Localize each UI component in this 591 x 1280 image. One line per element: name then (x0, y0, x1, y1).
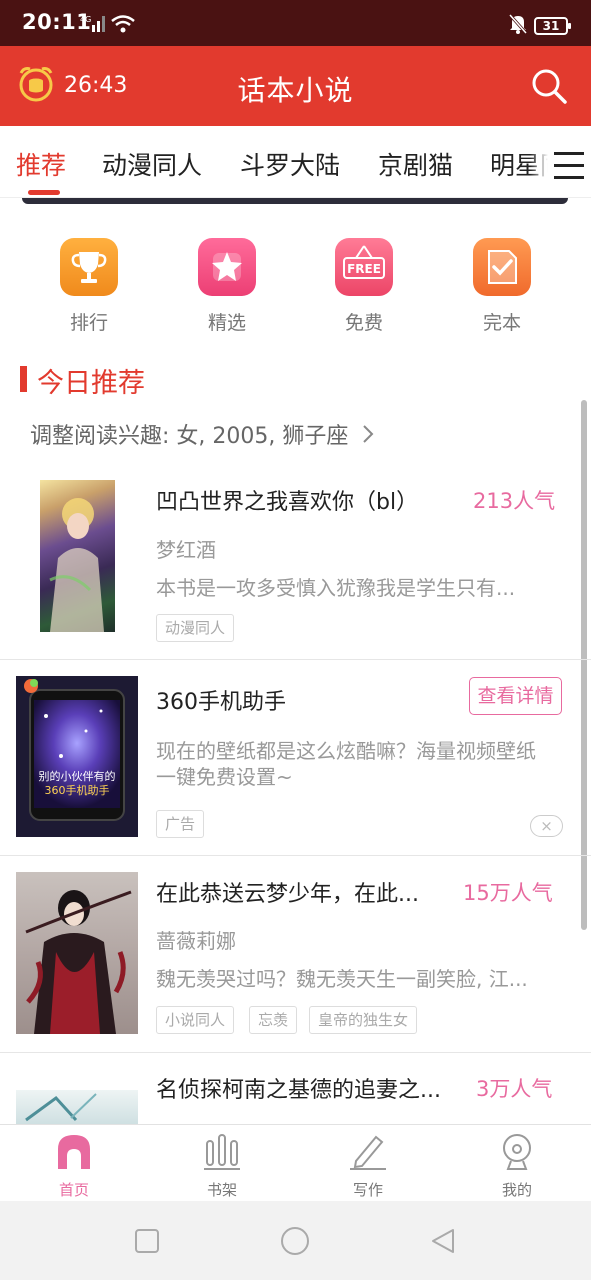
nav-label: 写作 (352, 1181, 383, 1199)
book-tag[interactable]: 忘羡 (249, 1006, 298, 1034)
nav-label: 我的 (501, 1181, 532, 1199)
app-title: 话本小说 (237, 74, 354, 107)
quick-link-completed[interactable]: 完本 (452, 238, 552, 335)
section-title: 今日推荐 (37, 368, 145, 399)
quick-link-free[interactable]: FREE 免费 (314, 238, 414, 335)
quick-link-ranking[interactable]: 排行 (39, 238, 139, 335)
book-title[interactable]: 凹凸世界之我喜欢你（bl） (156, 484, 418, 516)
ad-cover[interactable]: 别的小伙伴有的 360手机助手 (16, 676, 138, 837)
book-popularity: 213人气 (473, 489, 556, 513)
view-details-button[interactable]: 查看详情 (469, 677, 562, 715)
mute-bell-icon (508, 14, 528, 34)
tab-douluo[interactable]: 斗罗大陆 (240, 146, 340, 182)
nav-label: 书架 (206, 1181, 237, 1199)
nav-label: 首页 (58, 1181, 89, 1199)
book-description: 魏无羡哭过吗？魏无羡天生一副笑脸, 江... (156, 967, 528, 991)
book-author: 梦红酒 (156, 538, 216, 562)
home-button-icon[interactable] (280, 1226, 310, 1256)
profile-icon (503, 1134, 531, 1170)
tab-menu-icon[interactable] (548, 144, 591, 184)
trophy-icon (60, 238, 118, 296)
nav-home[interactable]: 首页 (24, 1131, 124, 1200)
active-tab-indicator (28, 190, 60, 195)
star-icon (198, 238, 256, 296)
quick-link-label: 免费 (344, 312, 383, 334)
recent-apps-icon[interactable] (134, 1228, 160, 1254)
bookshelf-icon (204, 1134, 240, 1170)
ad-title[interactable]: 360手机助手 (156, 684, 286, 716)
nav-write[interactable]: 写作 (318, 1131, 418, 1200)
scrollbar[interactable] (581, 400, 587, 930)
book-cover[interactable] (40, 480, 115, 632)
battery-indicator: 31 (534, 17, 571, 35)
app-header: 26:43 话本小说 (0, 46, 591, 126)
cellular-signal-icon: 4G (80, 15, 105, 32)
quick-link-label: 排行 (69, 312, 108, 334)
book-title[interactable]: 名侦探柯南之基德的追妻之... (156, 1072, 441, 1104)
book-tag[interactable]: 皇帝的独生女 (309, 1006, 418, 1034)
tab-anime-fanfic[interactable]: 动漫同人 (102, 146, 202, 182)
book-author: 蔷薇莉娜 (156, 929, 236, 953)
ad-label: 广告 (156, 810, 205, 838)
check-book-icon (473, 238, 531, 296)
back-icon[interactable] (429, 1227, 457, 1255)
system-navigation-bar (0, 1201, 591, 1280)
divider (0, 855, 591, 856)
ad-description-line2: 一键免费设置~ (156, 765, 293, 789)
book-tag[interactable]: 动漫同人 (156, 614, 235, 642)
home-icon (58, 1135, 90, 1169)
wifi-icon (111, 15, 135, 33)
reading-interest-text: 调整阅读兴趣: 女, 2005, 狮子座 (30, 424, 349, 449)
tab-opera-cat[interactable]: 京剧猫 (378, 146, 453, 182)
book-tag[interactable]: 小说同人 (156, 1006, 235, 1034)
book-cover[interactable] (16, 1090, 138, 1124)
ad-close-button[interactable]: × (530, 815, 563, 837)
reading-interest-link[interactable]: 调整阅读兴趣: 女, 2005, 狮子座 (30, 418, 375, 450)
category-tabs: 推荐 动漫同人 斗罗大陆 京剧猫 明星同人 (0, 126, 591, 198)
quick-link-featured[interactable]: 精选 (177, 238, 277, 335)
book-description: 本书是一攻多受慎入犹豫我是学生只有... (156, 576, 516, 600)
quick-link-label: 精选 (207, 312, 246, 334)
banner-edge[interactable] (22, 198, 568, 204)
free-badge: FREE (347, 262, 381, 276)
tab-fade (530, 136, 548, 186)
free-sign-icon: FREE (335, 238, 393, 296)
pencil-icon (350, 1135, 386, 1170)
divider (0, 1052, 591, 1053)
network-type: 4G (80, 15, 91, 24)
status-bar: 20:11 4G 31 (0, 0, 591, 46)
ad-cover-caption: 别的小伙伴有的 (39, 769, 116, 783)
search-icon[interactable] (530, 67, 568, 105)
book-cover[interactable] (16, 872, 138, 1034)
chevron-right-icon (363, 425, 374, 443)
section-accent-bar (20, 366, 27, 392)
quick-link-label: 完本 (482, 312, 521, 334)
ad-cover-caption: 360手机助手 (45, 783, 110, 797)
bottom-navigation: 首页 书架 写作 我的 (0, 1124, 591, 1201)
book-popularity: 15万人气 (463, 881, 553, 905)
nav-bookshelf[interactable]: 书架 (172, 1131, 272, 1200)
book-popularity: 3万人气 (476, 1077, 553, 1101)
divider (0, 659, 591, 660)
ad-description-line1: 现在的壁纸都是这么炫酷嘛？海量视频壁纸 (156, 739, 536, 763)
nav-profile[interactable]: 我的 (467, 1131, 567, 1200)
tab-recommend[interactable]: 推荐 (16, 146, 66, 182)
book-title[interactable]: 在此恭送云梦少年，在此... (156, 876, 419, 908)
